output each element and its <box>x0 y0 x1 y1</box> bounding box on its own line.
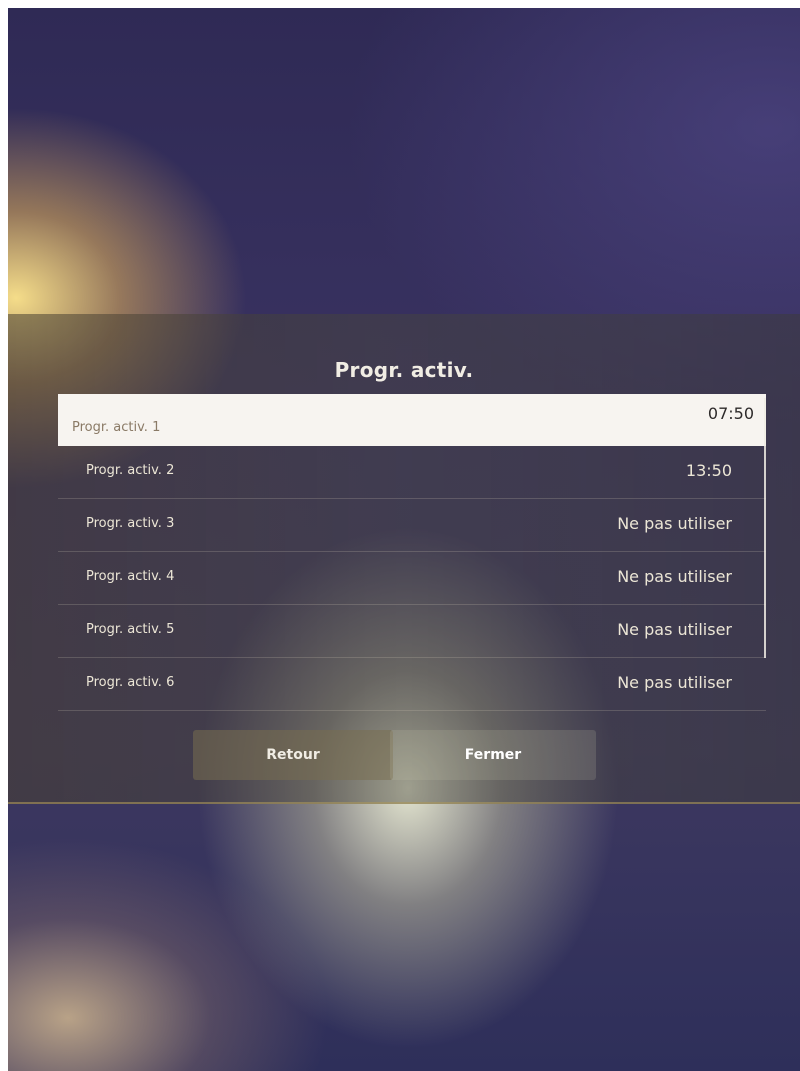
timer-dialog: Progr. activ. Progr. activ. 1 07:50 Prog… <box>8 314 800 804</box>
list-item-value: Ne pas utiliser <box>617 567 732 586</box>
dialog-title: Progr. activ. <box>334 358 474 382</box>
list-item-timer-1[interactable]: Progr. activ. 1 07:50 <box>58 394 766 446</box>
list-item-timer-4[interactable]: Progr. activ. 4 Ne pas utiliser <box>58 552 766 605</box>
list-item-label: Progr. activ. 4 <box>86 569 175 584</box>
list-item-timer-3[interactable]: Progr. activ. 3 Ne pas utiliser <box>58 499 766 552</box>
list-item-timer-6[interactable]: Progr. activ. 6 Ne pas utiliser <box>58 658 766 711</box>
dialog-buttons: Retour Fermer <box>8 730 800 782</box>
back-button[interactable]: Retour <box>193 730 393 780</box>
list-item-label: Progr. activ. 2 <box>86 463 175 478</box>
list-item-timer-5[interactable]: Progr. activ. 5 Ne pas utiliser <box>58 605 766 658</box>
list-item-timer-2[interactable]: Progr. activ. 2 13:50 <box>58 446 766 499</box>
list-item-label: Progr. activ. 5 <box>86 622 175 637</box>
list-item-label: Progr. activ. 3 <box>86 516 175 531</box>
list-item-value: 07:50 <box>707 404 754 423</box>
list-item-value: Ne pas utiliser <box>617 620 732 639</box>
close-button[interactable]: Fermer <box>390 730 596 780</box>
list-item-label: Progr. activ. 6 <box>86 675 175 690</box>
list-item-value: Ne pas utiliser <box>617 673 732 692</box>
list-item-value: Ne pas utiliser <box>617 514 732 533</box>
timer-list: Progr. activ. 1 07:50 Progr. activ. 2 13… <box>58 394 766 711</box>
list-scrollbar[interactable] <box>764 398 766 658</box>
tv-screen: Progr. activ. Progr. activ. 1 07:50 Prog… <box>8 8 800 1071</box>
list-item-label: Progr. activ. 1 <box>72 420 161 435</box>
list-item-value: 13:50 <box>685 461 732 480</box>
